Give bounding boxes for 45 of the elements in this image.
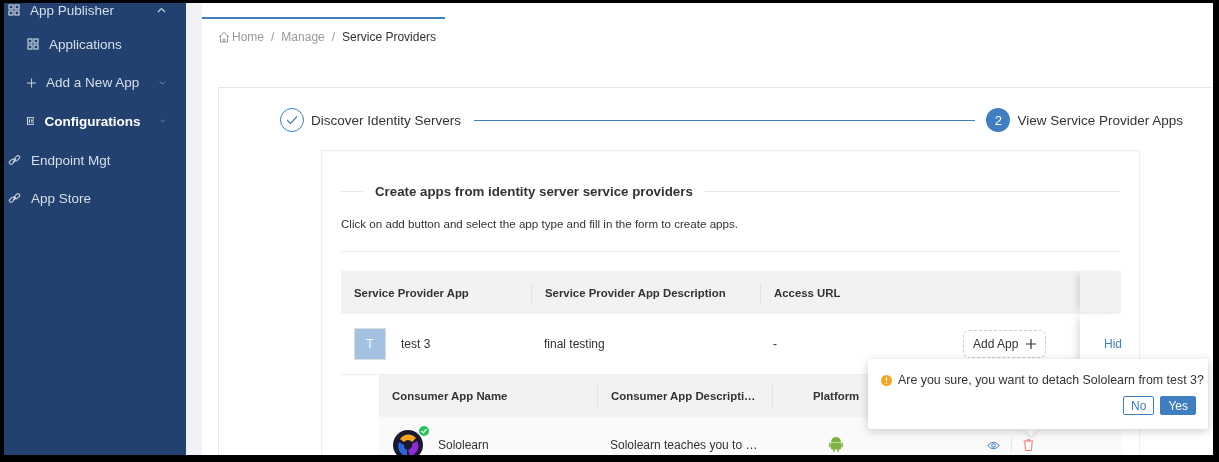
table-cell: test 3 <box>401 337 431 351</box>
trash-icon[interactable] <box>1023 439 1034 451</box>
eye-icon[interactable] <box>987 440 1000 450</box>
confirm-message: Are you sure, you want to detach Sololearn from test 3? <box>898 373 1204 387</box>
section-title: Create apps from identity server service providers <box>375 184 693 199</box>
sidebar-item[interactable]: App Publisher <box>4 3 186 25</box>
table-cell: Sololearn <box>438 438 489 452</box>
breadcrumb-separator: / <box>271 30 275 44</box>
sidebar-item[interactable]: App Store <box>4 179 186 218</box>
column-header: Service Provider App <box>353 285 470 301</box>
step: Discover Identity Servers <box>280 108 462 132</box>
table-cell-text: - <box>772 337 778 351</box>
home-icon <box>218 31 230 43</box>
column-header: Service Provider App Description <box>531 282 760 303</box>
breadcrumb-separator: / <box>331 30 336 44</box>
chevron-up-icon <box>157 7 166 13</box>
section-description: Click on add button and select the app type and fill in the form to create apps. <box>341 217 739 230</box>
sidebar-item[interactable]: Add a New App <box>4 63 186 103</box>
sidebar-item[interactable]: Endpoint Mgt <box>4 140 186 180</box>
sliders-icon <box>27 115 35 128</box>
grid-icon <box>27 38 39 51</box>
plus-icon <box>1026 339 1037 349</box>
avatar: T <box>354 328 386 360</box>
column-header: Consumer App Descripti… <box>597 386 772 406</box>
column-header: Access URL <box>760 282 950 303</box>
app-logo-icon <box>392 429 424 455</box>
add-app-button[interactable]: Add App <box>963 330 1047 358</box>
chevron-down-icon <box>160 118 166 125</box>
step: 2 View Service Provider Apps <box>986 108 1183 132</box>
chevron-down-icon <box>159 79 166 86</box>
table-cell-text: final testing <box>543 337 606 351</box>
link-icon <box>8 192 21 206</box>
check-icon <box>286 115 298 125</box>
android-icon <box>829 435 843 452</box>
hide-link[interactable]: Hid <box>1104 337 1122 351</box>
warning-icon <box>881 374 892 386</box>
link-icon <box>8 153 21 167</box>
grid-icon <box>8 4 20 16</box>
no-button[interactable]: No <box>1123 396 1155 415</box>
column-header: Consumer App Name <box>391 389 509 404</box>
sidebar-item[interactable]: Configurations <box>4 102 186 141</box>
plus-icon <box>27 76 37 89</box>
table-cell-text: Sololearn teaches you to … <box>609 438 759 452</box>
sidebar-item[interactable]: Applications <box>4 25 186 64</box>
yes-button[interactable]: Yes <box>1160 396 1196 415</box>
